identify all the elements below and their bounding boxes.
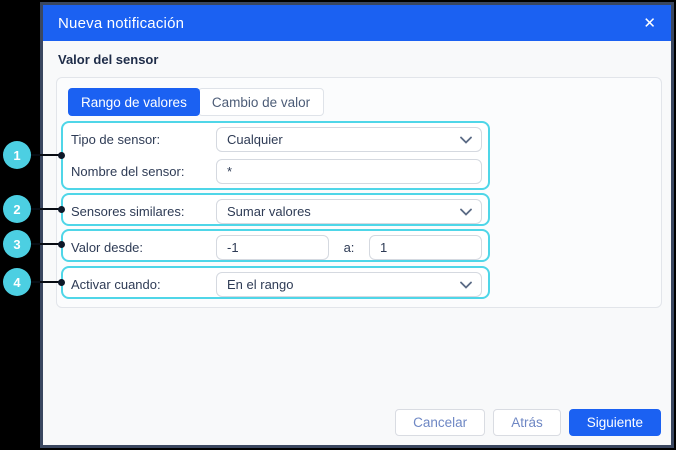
close-icon[interactable]: ✕ <box>643 16 656 31</box>
value-to-input[interactable] <box>369 235 482 260</box>
callout-badge-2: 2 <box>3 195 31 223</box>
callout-dot-1 <box>58 152 65 159</box>
chevron-down-icon <box>460 208 472 216</box>
row-similar-sensors: Sensores similares: Sumar valores <box>63 195 488 228</box>
sensor-type-label: Tipo de sensor: <box>71 132 216 147</box>
callout-badge-4: 4 <box>3 268 31 296</box>
screenshot-stage: Nueva notificación ✕ Valor del sensor Ra… <box>0 0 676 450</box>
row-sensor-name: Nombre del sensor: <box>63 155 488 187</box>
tab-label: Rango de valores <box>81 95 187 110</box>
cancel-button[interactable]: Cancelar <box>395 409 485 436</box>
dialog-footer: Cancelar Atrás Siguiente <box>395 409 661 436</box>
callout-dot-4 <box>58 279 65 286</box>
sensor-value-panel: Rango de valores Cambio de valor Tipo de… <box>56 77 662 308</box>
value-from-label: Valor desde: <box>71 240 216 255</box>
chevron-down-icon <box>460 281 472 289</box>
similar-sensors-label: Sensores similares: <box>71 204 216 219</box>
callout-dot-2 <box>58 206 65 213</box>
callout-dot-3 <box>58 241 65 248</box>
similar-sensors-select[interactable]: Sumar valores <box>216 199 482 224</box>
sensor-name-label: Nombre del sensor: <box>71 164 216 179</box>
dialog-titlebar: Nueva notificación ✕ <box>43 5 671 41</box>
sensor-type-select[interactable]: Cualquier <box>216 127 482 152</box>
group-trigger-when: Activar cuando: En el rango <box>61 266 490 299</box>
group-value-range: Valor desde: a: <box>61 229 490 262</box>
tab-value-change[interactable]: Cambio de valor <box>198 88 324 116</box>
dialog-title: Nueva notificación <box>58 15 184 32</box>
trigger-when-select[interactable]: En el rango <box>216 272 482 297</box>
new-notification-dialog: Nueva notificación ✕ Valor del sensor Ra… <box>40 2 674 448</box>
dialog-body: Valor del sensor Rango de valores Cambio… <box>43 41 671 445</box>
value-from-input[interactable] <box>216 235 329 260</box>
group-similar-sensors: Sensores similares: Sumar valores <box>61 193 490 226</box>
back-button[interactable]: Atrás <box>493 409 561 436</box>
row-sensor-type: Tipo de sensor: Cualquier <box>63 123 488 155</box>
trigger-when-value: En el rango <box>227 277 294 292</box>
tab-bar: Rango de valores Cambio de valor <box>68 88 324 116</box>
callout-badge-3: 3 <box>3 230 31 258</box>
similar-sensors-value: Sumar valores <box>227 204 311 219</box>
next-button[interactable]: Siguiente <box>569 409 661 436</box>
trigger-when-label: Activar cuando: <box>71 277 216 292</box>
tab-label: Cambio de valor <box>212 95 310 110</box>
sensor-name-input[interactable] <box>216 159 482 184</box>
row-trigger-when: Activar cuando: En el rango <box>63 268 488 301</box>
section-heading: Valor del sensor <box>58 52 158 67</box>
value-to-label: a: <box>340 240 359 255</box>
value-range-controls: a: <box>216 235 482 260</box>
row-value-range: Valor desde: a: <box>63 231 488 264</box>
group-sensor-identity: Tipo de sensor: Cualquier Nombre del sen… <box>61 121 490 190</box>
callout-badge-1: 1 <box>3 141 31 169</box>
tab-value-range[interactable]: Rango de valores <box>68 88 200 116</box>
sensor-type-value: Cualquier <box>227 132 283 147</box>
chevron-down-icon <box>460 136 472 144</box>
